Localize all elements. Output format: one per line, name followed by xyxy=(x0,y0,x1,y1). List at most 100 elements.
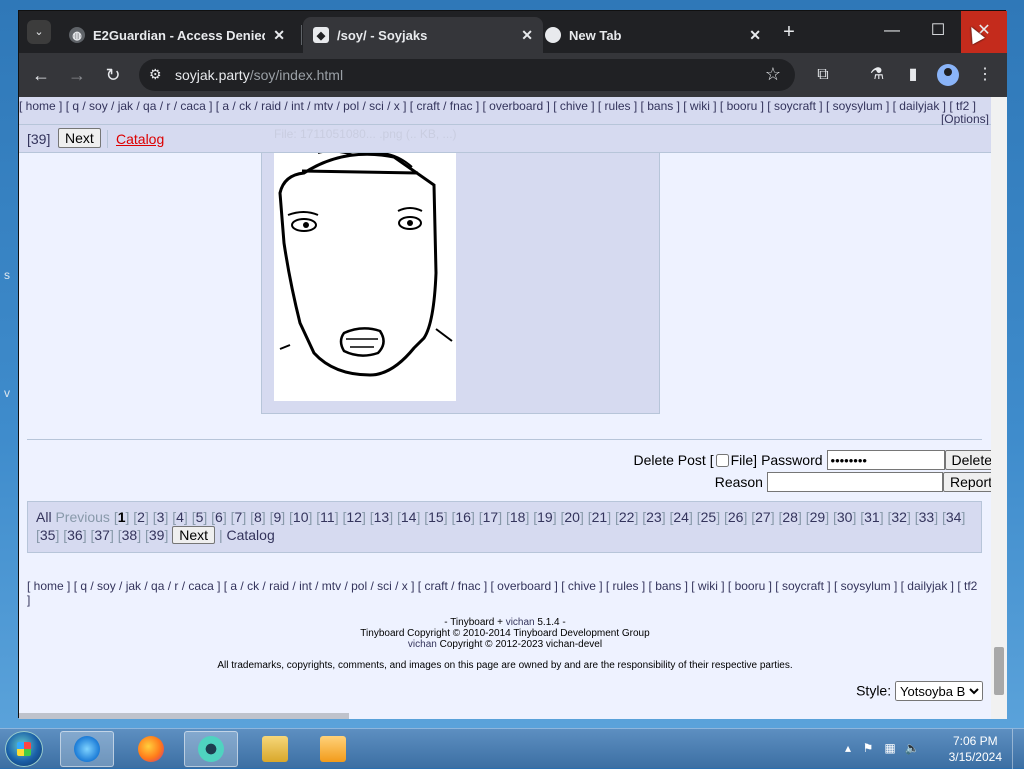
menu-kebab-icon[interactable]: ⋮ xyxy=(973,63,997,87)
board-links[interactable]: [ home ] [ q / soy / jak / qa / r / caca… xyxy=(27,579,977,607)
page-number[interactable]: 4 xyxy=(176,509,184,525)
page-link[interactable]: [24] xyxy=(670,509,697,525)
page-link[interactable]: [31] xyxy=(860,509,887,525)
page-link[interactable]: [34] xyxy=(942,509,965,525)
bookmark-star-icon[interactable]: ☆ xyxy=(765,64,781,85)
page-number[interactable]: 3 xyxy=(157,509,165,525)
page-number[interactable]: 26 xyxy=(728,509,744,525)
page-link[interactable]: [13] xyxy=(370,509,397,525)
page-number[interactable]: 2 xyxy=(137,509,145,525)
page-number[interactable]: 12 xyxy=(346,509,362,525)
page-number[interactable]: 11 xyxy=(320,509,335,525)
page-number[interactable]: 22 xyxy=(619,509,635,525)
page-link[interactable]: [16] xyxy=(452,509,479,525)
taskbar-media-player[interactable] xyxy=(306,731,360,767)
page-number[interactable]: 37 xyxy=(94,527,110,543)
taskbar-chromium[interactable] xyxy=(184,731,238,767)
page-number[interactable]: 20 xyxy=(564,509,580,525)
page-link[interactable]: [2] xyxy=(133,509,152,525)
page-link[interactable]: [20] xyxy=(561,509,588,525)
page-link[interactable]: [15] xyxy=(424,509,451,525)
page-number[interactable]: 15 xyxy=(428,509,444,525)
page-number[interactable]: 13 xyxy=(374,509,390,525)
page-link[interactable]: [7] xyxy=(231,509,250,525)
page-link[interactable]: [8] xyxy=(250,509,269,525)
page-link[interactable]: [17] xyxy=(479,509,506,525)
side-panel-icon[interactable]: ▮ xyxy=(901,63,925,87)
back-button[interactable]: ← xyxy=(29,63,53,87)
horizontal-scrollbar[interactable] xyxy=(19,713,349,719)
show-hidden-icons-icon[interactable]: ▴ xyxy=(840,741,856,757)
site-info-icon[interactable]: ⚙ xyxy=(149,66,162,83)
page-number[interactable]: 18 xyxy=(510,509,526,525)
page-number[interactable]: 32 xyxy=(891,509,907,525)
page-link[interactable]: [18] xyxy=(506,509,533,525)
taskbar-firefox[interactable] xyxy=(124,731,178,767)
page-number[interactable]: 6 xyxy=(215,509,223,525)
page-link[interactable]: [14] xyxy=(397,509,424,525)
tab-new-tab[interactable]: New Tab ✕ xyxy=(535,17,771,53)
tab-e2guardian[interactable]: ◍ E2Guardian - Access Denied ✕ xyxy=(59,17,295,53)
labs-flask-icon[interactable]: ⚗ xyxy=(865,63,889,87)
page-number[interactable]: 27 xyxy=(755,509,771,525)
page-number[interactable]: 31 xyxy=(864,509,880,525)
page-link[interactable]: [39] xyxy=(145,527,172,543)
page-number[interactable]: 33 xyxy=(919,509,935,525)
maximize-button[interactable]: ☐ xyxy=(915,11,961,53)
taskbar-internet-explorer[interactable] xyxy=(60,731,114,767)
page-link[interactable]: [22] xyxy=(615,509,642,525)
page-number[interactable]: 25 xyxy=(701,509,717,525)
style-select[interactable]: Yotsoyba B xyxy=(895,681,983,701)
reason-field[interactable] xyxy=(766,472,943,492)
page-number[interactable]: 14 xyxy=(401,509,417,525)
page-number[interactable]: 9 xyxy=(273,509,281,525)
next-page-button[interactable]: Next xyxy=(172,526,216,544)
next-page-button[interactable]: Next xyxy=(58,128,101,148)
page-number[interactable]: 21 xyxy=(592,509,608,525)
page-link[interactable]: [4] xyxy=(172,509,191,525)
network-icon[interactable]: ▦ xyxy=(882,741,898,757)
page-number[interactable]: 19 xyxy=(537,509,553,525)
page-number[interactable]: 5 xyxy=(196,509,204,525)
tab-search-button[interactable]: ⌄ xyxy=(27,20,51,44)
start-button[interactable] xyxy=(5,731,43,767)
page-number[interactable]: 28 xyxy=(782,509,798,525)
page-number[interactable]: 29 xyxy=(810,509,826,525)
minimize-button[interactable]: — xyxy=(869,11,915,53)
page-number[interactable]: 17 xyxy=(483,509,499,525)
page-number[interactable]: 8 xyxy=(254,509,262,525)
catalog-link[interactable]: Catalog xyxy=(226,527,274,543)
page-link[interactable]: [27] xyxy=(751,509,778,525)
page-link[interactable]: [29] xyxy=(806,509,833,525)
page-number[interactable]: 23 xyxy=(646,509,662,525)
post-image-soyjak[interactable] xyxy=(274,150,456,401)
scrollbar-thumb[interactable] xyxy=(994,647,1004,695)
file-only-checkbox[interactable] xyxy=(715,453,729,467)
page-link[interactable]: [38] xyxy=(118,527,145,543)
page-link[interactable]: [26] xyxy=(724,509,751,525)
vichan-devel-link[interactable]: vichan xyxy=(408,639,437,650)
page-link[interactable]: [28] xyxy=(779,509,806,525)
page-number[interactable]: 34 xyxy=(946,509,962,525)
page-link[interactable]: [32] xyxy=(888,509,915,525)
board-links[interactable]: [ home ] [ q / soy / jak / qa / r / caca… xyxy=(19,99,976,113)
page-number[interactable]: 35 xyxy=(40,527,56,543)
profile-avatar-icon[interactable] xyxy=(937,64,959,86)
reload-button[interactable]: ↻ xyxy=(101,63,125,87)
extensions-icon[interactable]: ⧉ xyxy=(811,63,835,87)
tab-soyjaks[interactable]: ◆ /soy/ - Soyjaks ✕ xyxy=(303,17,543,53)
clock[interactable]: 7:06 PM 3/15/2024 xyxy=(949,733,1002,765)
page-number[interactable]: 16 xyxy=(455,509,471,525)
page-number[interactable]: 10 xyxy=(293,509,309,525)
page-number[interactable]: 30 xyxy=(837,509,853,525)
page-link[interactable]: [36] xyxy=(63,527,90,543)
new-tab-button[interactable]: + xyxy=(777,21,801,43)
page-number[interactable]: 7 xyxy=(235,509,243,525)
page-link[interactable]: [5] xyxy=(192,509,211,525)
page-link[interactable]: [19] xyxy=(533,509,560,525)
page-link[interactable]: [35] xyxy=(36,527,63,543)
page-link[interactable]: [12] xyxy=(343,509,370,525)
page-number[interactable]: 39 xyxy=(149,527,165,543)
page-link[interactable]: [10] xyxy=(289,509,316,525)
page-link[interactable]: [11] xyxy=(316,509,342,525)
